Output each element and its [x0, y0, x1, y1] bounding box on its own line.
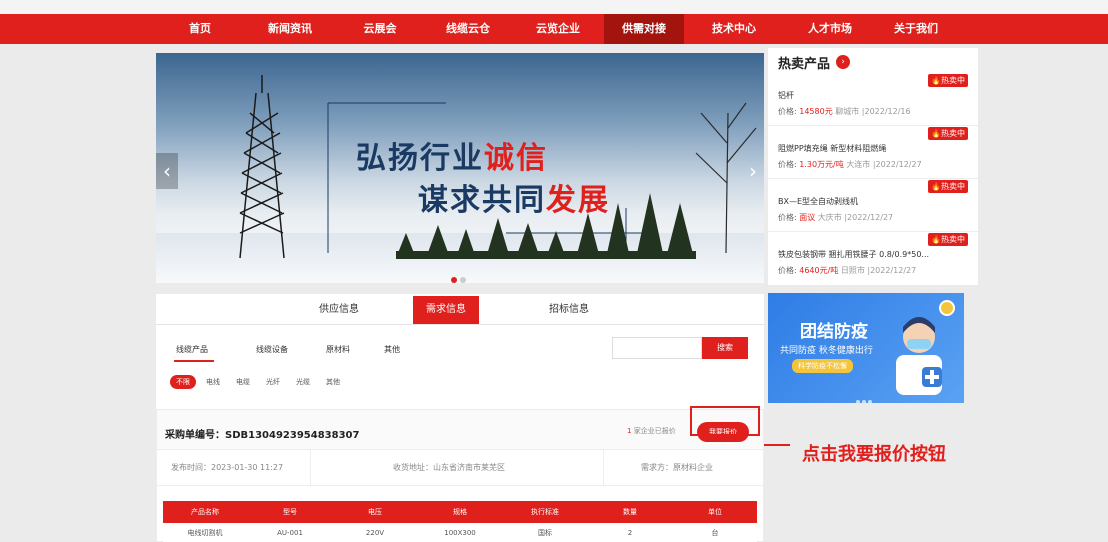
column-header: 数量 — [623, 508, 637, 516]
table-cell: 台 — [711, 529, 719, 537]
category-active-underline — [174, 360, 214, 362]
nav-supply-demand[interactable]: 供需对接 — [604, 14, 684, 44]
hot-product-meta: 价格: 14580元 聊城市 |2022/12/16 — [778, 107, 911, 116]
main-nav: 首页 新闻资讯 云展会 线缆云仓 云览企业 供需对接 技术中心 人才市场 关于我… — [0, 14, 1108, 44]
nav-tech-center[interactable]: 技术中心 — [694, 14, 774, 44]
quote-button-highlight — [690, 406, 760, 436]
annotation-line — [764, 444, 790, 446]
nav-news[interactable]: 新闻资讯 — [250, 14, 330, 44]
subcat-all[interactable]: 不限 — [170, 375, 196, 389]
subcat-cable[interactable]: 电缆 — [236, 375, 250, 389]
table-cell: 电线切割机 — [187, 529, 223, 537]
purchase-order-card: 采购单编号：SDB1304923954838307 1 家企业已报价 我要报价 … — [156, 409, 764, 542]
table-cell: AU-001 — [277, 529, 303, 537]
hot-products-panel: 热卖产品 › 🔥热卖中 铝杆 价格: 14580元 聊城市 |2022/12/1… — [768, 48, 978, 285]
hot-product-name[interactable]: 阻燃PP填充绳 新型材料阻燃绳 — [778, 143, 968, 154]
subcat-wire[interactable]: 电线 — [206, 375, 220, 389]
hot-badge: 🔥热卖中 — [928, 233, 968, 246]
table-cell: 100X300 — [444, 529, 476, 537]
order-number[interactable]: 采购单编号：SDB1304923954838307 — [165, 426, 359, 441]
nav-home[interactable]: 首页 — [160, 14, 240, 44]
publish-time: 发布时间：2023-01-30 11:27 — [171, 463, 284, 472]
nav-cable-warehouse[interactable]: 线缆云仓 — [428, 14, 508, 44]
hot-product-meta: 价格: 1.30万元/吨 大连市 |2022/12/27 — [778, 160, 922, 169]
tab-demand[interactable]: 需求信息 — [413, 296, 479, 324]
search-input[interactable] — [612, 337, 702, 359]
nav-cloud-expo[interactable]: 云展会 — [340, 14, 420, 44]
hot-product-meta: 价格: 面议 大庆市 |2022/12/27 — [778, 213, 894, 222]
delivery-address: 收货地址：山东省济南市莱芜区 — [393, 463, 505, 472]
banner-dots — [451, 268, 469, 283]
hot-badge: 🔥热卖中 — [928, 127, 968, 140]
column-header: 单位 — [708, 508, 722, 516]
category-cable-equipment[interactable]: 线缆设备 — [256, 344, 288, 355]
info-divider — [310, 450, 311, 486]
subcat-fiber[interactable]: 光纤 — [266, 375, 280, 389]
order-header: 采购单编号：SDB1304923954838307 1 家企业已报价 我要报价 — [157, 410, 763, 450]
column-header: 产品名称 — [191, 508, 219, 516]
nav-enterprises[interactable]: 云览企业 — [518, 14, 598, 44]
info-divider — [603, 450, 604, 486]
table-cell: 220V — [365, 529, 385, 537]
ad-dots — [856, 389, 874, 403]
hot-badge: 🔥热卖中 — [928, 180, 968, 193]
ad-subtitle: 共同防疫 秋冬健康出行 — [780, 346, 873, 356]
nav-about[interactable]: 关于我们 — [876, 14, 956, 44]
banner-next-button[interactable]: › — [742, 153, 764, 189]
supply-demand-panel: 供应信息 需求信息 招标信息 线缆产品 线缆设备 原材料 其他 搜索 不限 电线… — [156, 294, 764, 542]
virus-icon — [939, 300, 955, 316]
column-header: 型号 — [283, 508, 297, 516]
column-header: 电压 — [368, 508, 382, 516]
banner-headline-2: 谋求共同发展 — [418, 183, 610, 218]
hot-product-name[interactable]: 铝杆 — [778, 90, 968, 101]
category-cable-products[interactable]: 线缆产品 — [176, 344, 208, 355]
tab-divider — [156, 324, 764, 325]
annotation-text: 点击我要报价按钮 — [802, 444, 946, 465]
tab-tender[interactable]: 招标信息 — [536, 296, 602, 324]
column-header: 规格 — [453, 508, 467, 516]
nav-talent[interactable]: 人才市场 — [790, 14, 870, 44]
product-table-header: 产品名称 型号 电压 规格 执行标准 数量 单位 — [163, 501, 757, 523]
subcat-other[interactable]: 其他 — [326, 375, 340, 389]
category-raw-materials[interactable]: 原材料 — [326, 344, 350, 355]
quoted-count: 1 家企业已报价 — [627, 427, 676, 435]
top-strip — [0, 0, 1108, 14]
banner-prev-button[interactable]: ‹ — [156, 153, 178, 189]
table-row: 电线切割机 AU-001 220V 100X300 国标 2 台 — [163, 523, 757, 542]
search-button[interactable]: 搜索 — [702, 337, 748, 359]
hot-product-item[interactable]: 🔥热卖中 BX—E型全自动剥线机 价格: 面议 大庆市 |2022/12/27 — [768, 180, 978, 232]
hot-product-item[interactable]: 🔥热卖中 铝杆 价格: 14580元 聊城市 |2022/12/16 — [768, 74, 978, 126]
column-header: 执行标准 — [531, 508, 559, 516]
table-cell: 2 — [627, 529, 633, 537]
hot-products-title: 热卖产品 — [778, 57, 831, 72]
buyer: 需求方：原材料企业 — [641, 463, 713, 472]
order-info-row: 发布时间：2023-01-30 11:27 收货地址：山东省济南市莱芜区 需求方… — [157, 450, 763, 486]
subcat-optical-cable[interactable]: 光缆 — [296, 375, 310, 389]
banner-carousel[interactable]: 弘扬行业诚信 谋求共同发展 ‹ › — [156, 53, 764, 283]
tab-supply[interactable]: 供应信息 — [306, 296, 372, 324]
hot-product-item[interactable]: 🔥热卖中 铁皮包装钢带 捆扎用铁腰子 0.8/0.9*50... 价格: 464… — [768, 233, 978, 285]
hot-badge: 🔥热卖中 — [928, 74, 968, 87]
category-other[interactable]: 其他 — [384, 344, 400, 355]
epidemic-ad-banner[interactable]: 团结防疫 共同防疫 秋冬健康出行 科学防疫不松懈 — [768, 293, 964, 403]
ad-tag: 科学防疫不松懈 — [792, 359, 853, 373]
hot-products-more-icon[interactable]: › — [836, 55, 850, 69]
ad-title: 团结防疫 — [800, 322, 868, 342]
hot-product-item[interactable]: 🔥热卖中 阻燃PP填充绳 新型材料阻燃绳 价格: 1.30万元/吨 大连市 |2… — [768, 127, 978, 179]
hot-product-name[interactable]: BX—E型全自动剥线机 — [778, 196, 968, 207]
hot-product-meta: 价格: 4640元/吨 日照市 |2022/12/27 — [778, 266, 917, 275]
banner-dot-1[interactable] — [451, 277, 457, 283]
table-cell: 国标 — [538, 529, 552, 537]
banner-headline-1: 弘扬行业诚信 — [356, 141, 548, 176]
hot-product-name[interactable]: 铁皮包装钢带 捆扎用铁腰子 0.8/0.9*50... — [778, 249, 968, 260]
banner-dot-2[interactable] — [460, 277, 466, 283]
